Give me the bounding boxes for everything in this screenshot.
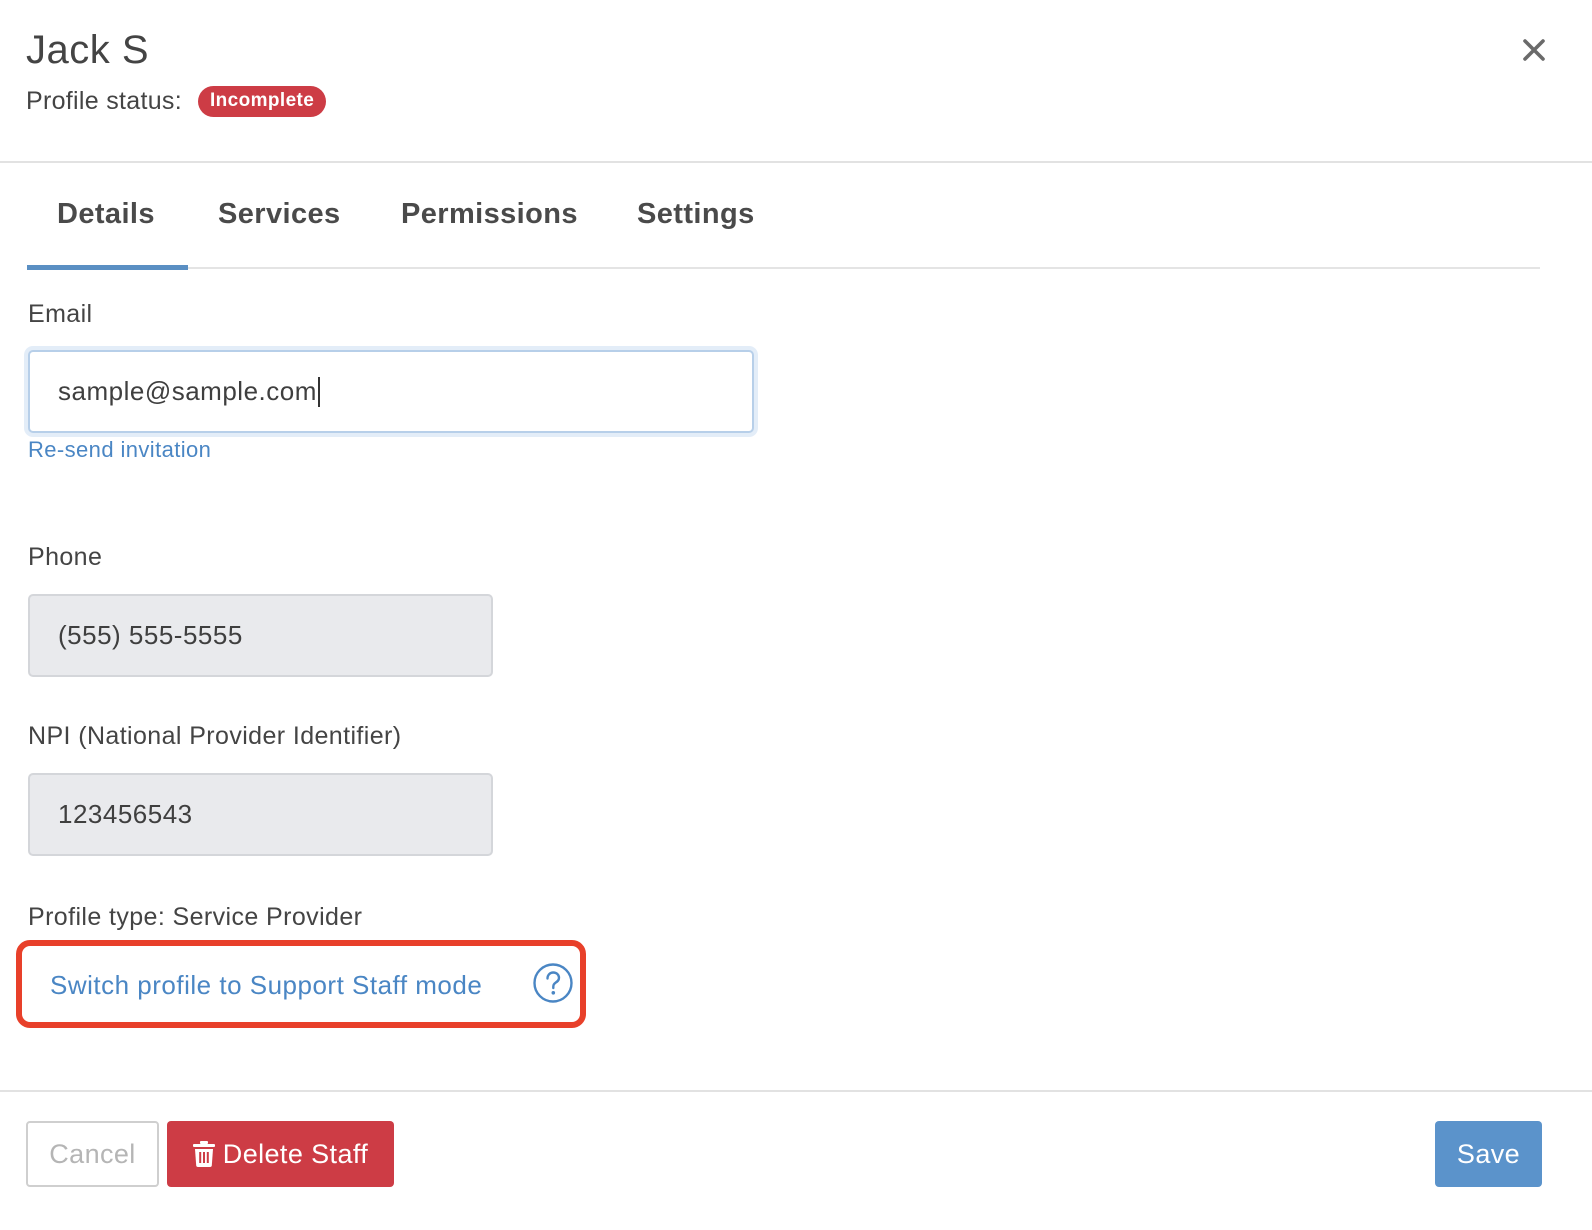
email-field[interactable]: sample@sample.com xyxy=(28,350,754,433)
close-icon xyxy=(1523,39,1545,61)
staff-name-title: Jack S xyxy=(26,28,150,72)
modal-footer: Cancel Delete Staff Save xyxy=(0,1090,1592,1230)
npi-label: NPI (National Provider Identifier) xyxy=(28,722,402,750)
status-badge: Incomplete xyxy=(197,86,327,117)
resend-invitation-link[interactable]: Re-send invitation xyxy=(28,437,211,463)
profile-status-row: Profile status: Incomplete xyxy=(26,86,327,117)
npi-value: 123456543 xyxy=(58,799,193,829)
question-circle-icon[interactable] xyxy=(532,962,574,1004)
phone-label: Phone xyxy=(28,543,103,571)
email-value: sample@sample.com xyxy=(58,376,317,406)
tab-services[interactable]: Services xyxy=(218,198,341,231)
switch-profile-link[interactable]: Switch profile to Support Staff mode xyxy=(50,970,482,1001)
save-button-label: Save xyxy=(1456,1138,1521,1169)
cancel-button[interactable]: Cancel xyxy=(26,1121,159,1187)
active-tab-indicator xyxy=(27,265,188,270)
staff-profile-modal: Jack S Profile status: Incomplete Detail… xyxy=(0,0,1592,1230)
phone-value: (555) 555-5555 xyxy=(58,620,243,650)
modal-header: Jack S Profile status: Incomplete xyxy=(0,0,1592,163)
trash-icon xyxy=(192,1141,215,1167)
npi-field: 123456543 xyxy=(28,773,493,856)
switch-profile-highlight: Switch profile to Support Staff mode xyxy=(16,940,586,1028)
tab-settings[interactable]: Settings xyxy=(637,198,755,231)
save-button[interactable]: Save xyxy=(1435,1121,1542,1187)
text-caret xyxy=(317,376,320,407)
tab-permissions[interactable]: Permissions xyxy=(401,198,578,231)
profile-status-label: Profile status: xyxy=(26,87,182,115)
tab-bar: Details Services Permissions Settings xyxy=(27,165,1540,270)
delete-staff-button[interactable]: Delete Staff xyxy=(167,1121,394,1187)
email-label: Email xyxy=(28,300,93,328)
profile-type-text: Profile type: Service Provider xyxy=(28,903,363,931)
phone-field: (555) 555-5555 xyxy=(28,594,493,677)
tab-details[interactable]: Details xyxy=(57,198,155,231)
cancel-button-label: Cancel xyxy=(49,1138,136,1169)
delete-staff-label: Delete Staff xyxy=(222,1138,369,1169)
close-button[interactable] xyxy=(1514,30,1554,70)
